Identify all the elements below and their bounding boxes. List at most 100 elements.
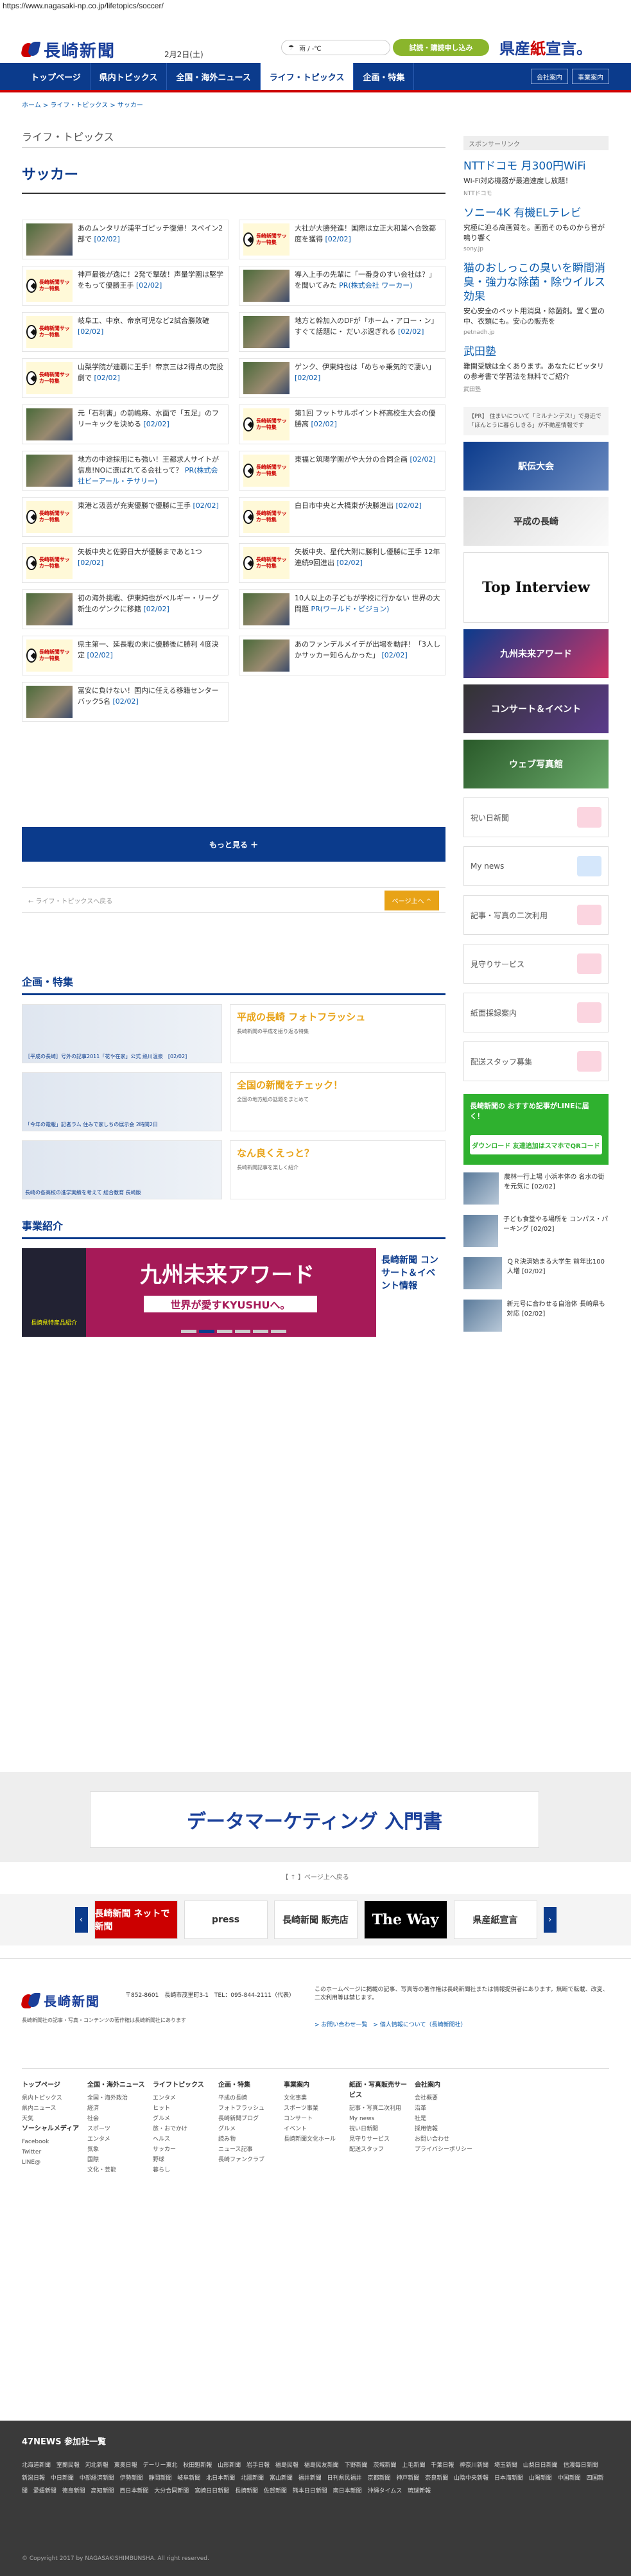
article-text[interactable]: 初の海外挑戦、伊東純也がベルギー・リーグ新生のゲンクに移籍 [02/02]	[78, 593, 224, 626]
article-item[interactable]: ゲンク、伊東純也は「めちゃ乗気的で凄い」 [02/02]	[239, 358, 445, 398]
article-thumbnail[interactable]: 長崎新聞サッカー特集	[26, 501, 73, 533]
nav-company[interactable]: 会社案内	[531, 69, 568, 84]
nav-features[interactable]: 企画・特集	[354, 63, 415, 90]
article-item[interactable]: 長崎新聞サッカー特集 東港と汲芸が充実優勝で優勝に王手 [02/02]	[22, 497, 229, 537]
article-title[interactable]: 白日市中央と大橋東が決勝進出	[295, 501, 393, 510]
footer-link[interactable]: 社是	[415, 2114, 474, 2124]
footer-link[interactable]: プライバシーポリシー	[415, 2145, 474, 2155]
sponsor-title[interactable]: 猫のおしっこの臭いを瞬間消臭・強力な除菌・除ウイルス効果	[463, 261, 609, 304]
service-link[interactable]: My news	[463, 846, 609, 886]
footer-link[interactable]: 長崎新聞ブログ	[218, 2114, 277, 2124]
carousel-dot-active[interactable]	[199, 1330, 214, 1333]
article-text[interactable]: 導入上手の先輩に「一番身のすい会社は？」を聞いてみた PR(株式会社 ワーカー)	[295, 269, 441, 302]
footer-link[interactable]: 経済	[87, 2103, 146, 2114]
nav-local-topics[interactable]: 県内トピックス	[91, 63, 168, 90]
feature-heading[interactable]: 全国の新聞をチェック！	[237, 1078, 438, 1092]
footer-link[interactable]: ニュース記事	[218, 2145, 277, 2155]
sidebar-banner[interactable]: ウェブ写真館	[463, 740, 609, 788]
footer-link[interactable]: お問い合わせ	[415, 2134, 474, 2145]
sidebar-banner[interactable]: Top Interview	[463, 552, 609, 623]
article-thumbnail[interactable]: 長崎新聞サッカー特集	[26, 640, 73, 672]
side-news-thumbnail[interactable]	[463, 1215, 499, 1247]
article-title[interactable]: 矢板中央、星代大附に勝利し優勝に王手 12年連続9回進出	[295, 548, 440, 567]
sidebar-banner[interactable]: 九州未来アワード	[463, 629, 609, 678]
footer-link[interactable]: エンタメ	[87, 2134, 146, 2145]
side-news-thumbnail[interactable]	[463, 1172, 499, 1205]
article-item[interactable]: 長崎新聞サッカー特集 第1回 フットサルポイント杯高校生大会の優勝高 [02/02…	[239, 405, 445, 444]
article-thumbnail[interactable]: 長崎新聞サッカー特集	[243, 223, 290, 256]
service-link[interactable]: 配送スタッフ募集	[463, 1041, 609, 1081]
article-text[interactable]: 山梨学院が連覇に王手！帝京三は2得点の完投劇で [02/02]	[78, 361, 224, 395]
feature-caption[interactable]: 長崎の各高校の進学実績を考えて 総合教育 長崎版	[22, 1187, 144, 1199]
article-title[interactable]: 東福と筑陽学園がや大分の合同企画	[295, 455, 408, 464]
footer-link[interactable]: 県内トピックス	[22, 2093, 81, 2103]
footer-link[interactable]: 旅・おでかけ	[153, 2124, 212, 2134]
article-text[interactable]: 矢板中央、星代大附に勝利し優勝に王手 12年連続9回進出 [02/02]	[295, 546, 441, 580]
article-thumbnail[interactable]: 長崎新聞サッカー特集	[26, 270, 73, 302]
carousel-dot[interactable]	[253, 1330, 268, 1333]
article-thumbnail[interactable]	[26, 223, 73, 256]
article-item[interactable]: 長崎新聞サッカー特集 矢板中央と佐野日大が優勝まであと1つ [02/02]	[22, 543, 229, 583]
social-link[interactable]: LINE@	[22, 2157, 81, 2168]
service-link[interactable]: 記事・写真の二次利用	[463, 895, 609, 935]
sidebar-banner[interactable]: 駅伝大会	[463, 442, 609, 491]
article-title[interactable]: ゲンク、伊東純也は「めちゃ乗気的で凄い」	[295, 363, 435, 371]
footer-link[interactable]: 県内ニュース	[22, 2103, 81, 2114]
line-add-button[interactable]: ダウンロード 友達追加はスマホでQRコード	[470, 1135, 602, 1154]
article-thumbnail[interactable]	[26, 455, 73, 487]
carousel-dot[interactable]	[235, 1330, 250, 1333]
article-thumbnail[interactable]	[243, 593, 290, 625]
side-news-text[interactable]: 新元号に合わせる自治体 長崎県も対応 [02/02]	[507, 1300, 609, 1334]
footer-link[interactable]: コンサート	[284, 2114, 343, 2124]
article-text[interactable]: 東福と筑陽学園がや大分の合同企画 [02/02]	[295, 454, 436, 487]
article-thumbnail[interactable]	[26, 686, 73, 718]
feature-thumbnail[interactable]: 「今年の電報」記者ラム 住みで家しちの展示会 2時間2日	[22, 1072, 222, 1131]
side-news-text[interactable]: 農林一行上場 小浜本体の 名水の街を元気に [02/02]	[504, 1172, 609, 1207]
article-title[interactable]: 大社が大勝発進！国際は立正大和葉へ合致都度を獲得	[295, 224, 436, 243]
article-text[interactable]: 第1回 フットサルポイント杯高校生大会の優勝高 [02/02]	[295, 408, 441, 441]
social-link[interactable]: Facebook	[22, 2137, 81, 2147]
article-item[interactable]: 長崎新聞サッカー特集 神戸最後が逸に！2発で撃破！声量学園は堅学をもって優勝王手 …	[22, 266, 229, 306]
weather-widget[interactable]: ☂ 雨 / -℃	[281, 40, 390, 55]
article-text[interactable]: 神戸最後が逸に！2発で撃破！声量学園は堅学をもって優勝王手 [02/02]	[78, 269, 224, 302]
footer-link[interactable]: イベント	[284, 2124, 343, 2134]
carousel-dot[interactable]	[181, 1330, 196, 1333]
article-item[interactable]: 冨安に負けない！国内に任える移籍センターバック5名 [02/02]	[22, 682, 229, 722]
side-news-item[interactable]: 子ども食堂やる場所を コンパス・パーキング [02/02]	[463, 1215, 609, 1249]
footer-link[interactable]: 配送スタッフ	[349, 2145, 408, 2155]
header-ad[interactable]: 県産紙宣言。	[499, 36, 609, 62]
article-thumbnail[interactable]	[243, 640, 290, 672]
footer-link[interactable]: 読み物	[218, 2134, 277, 2145]
article-text[interactable]: あのムンタリが浦平ゴピッチ復帰！スペイン2部で [02/02]	[78, 223, 224, 256]
article-thumbnail[interactable]: 長崎新聞サッカー特集	[243, 501, 290, 533]
side-news-item[interactable]: 新元号に合わせる自治体 長崎県も対応 [02/02]	[463, 1300, 609, 1334]
footer-link[interactable]: 採用情報	[415, 2124, 474, 2134]
side-news-thumbnail[interactable]	[463, 1257, 502, 1289]
back-link[interactable]: ← ライフ・トピックスへ戻る	[28, 896, 112, 905]
footer-link[interactable]: 気象	[87, 2145, 146, 2155]
article-thumbnail[interactable]: 長崎新聞サッカー特集	[243, 408, 290, 440]
article-text[interactable]: 岐阜工、中京、帝京可児など2試合勝敗確 [02/02]	[78, 315, 224, 349]
feature-caption[interactable]: 「今年の電報」記者ラム 住みで家しちの展示会 2時間2日	[22, 1118, 160, 1131]
partner-logo[interactable]: The Way	[363, 1901, 447, 1939]
carousel-dot[interactable]	[217, 1330, 232, 1333]
footer-link[interactable]: 沿革	[415, 2103, 474, 2114]
nav-top[interactable]: トップページ	[22, 63, 91, 90]
article-item[interactable]: 長崎新聞サッカー特集 白日市中央と大橋東が決勝進出 [02/02]	[239, 497, 445, 537]
footer-link[interactable]: グルメ	[153, 2114, 212, 2124]
feature-thumbnail[interactable]: 長崎の各高校の進学実績を考えて 総合教育 長崎版	[22, 1140, 222, 1199]
article-thumbnail[interactable]	[243, 270, 290, 302]
footer-link[interactable]: 文化事業	[284, 2093, 343, 2103]
article-text[interactable]: 東港と汲芸が充実優勝で優勝に王手 [02/02]	[78, 500, 219, 534]
bottom-ad-text[interactable]: データマーケティング 入門書	[90, 1791, 539, 1848]
article-thumbnail[interactable]	[26, 593, 73, 625]
article-thumbnail[interactable]: 長崎新聞サッカー特集	[26, 362, 73, 394]
article-item[interactable]: 長崎新聞サッカー特集 矢板中央、星代大附に勝利し優勝に王手 12年連続9回進出 […	[239, 543, 445, 583]
carousel-left-panel[interactable]: 長崎県特産品紹介	[22, 1248, 86, 1337]
article-thumbnail[interactable]: 長崎新聞サッカー特集	[26, 547, 73, 579]
feature-panel[interactable]: 平成の長崎 フォトフラッシュ 長崎新聞の平成を振り返る特集	[230, 1004, 445, 1063]
footer-link[interactable]: 文化・芸能	[87, 2165, 146, 2175]
footer-link[interactable]: ヘルス	[153, 2134, 212, 2145]
article-text[interactable]: 県主第一、延長戦の末に優勝後に勝利 4度決定 [02/02]	[78, 639, 224, 672]
sponsor-item[interactable]: ソニー4K 有機ELテレビ 究極に迫る高画質を。画面そのものから音が鳴り響く son…	[463, 206, 609, 252]
